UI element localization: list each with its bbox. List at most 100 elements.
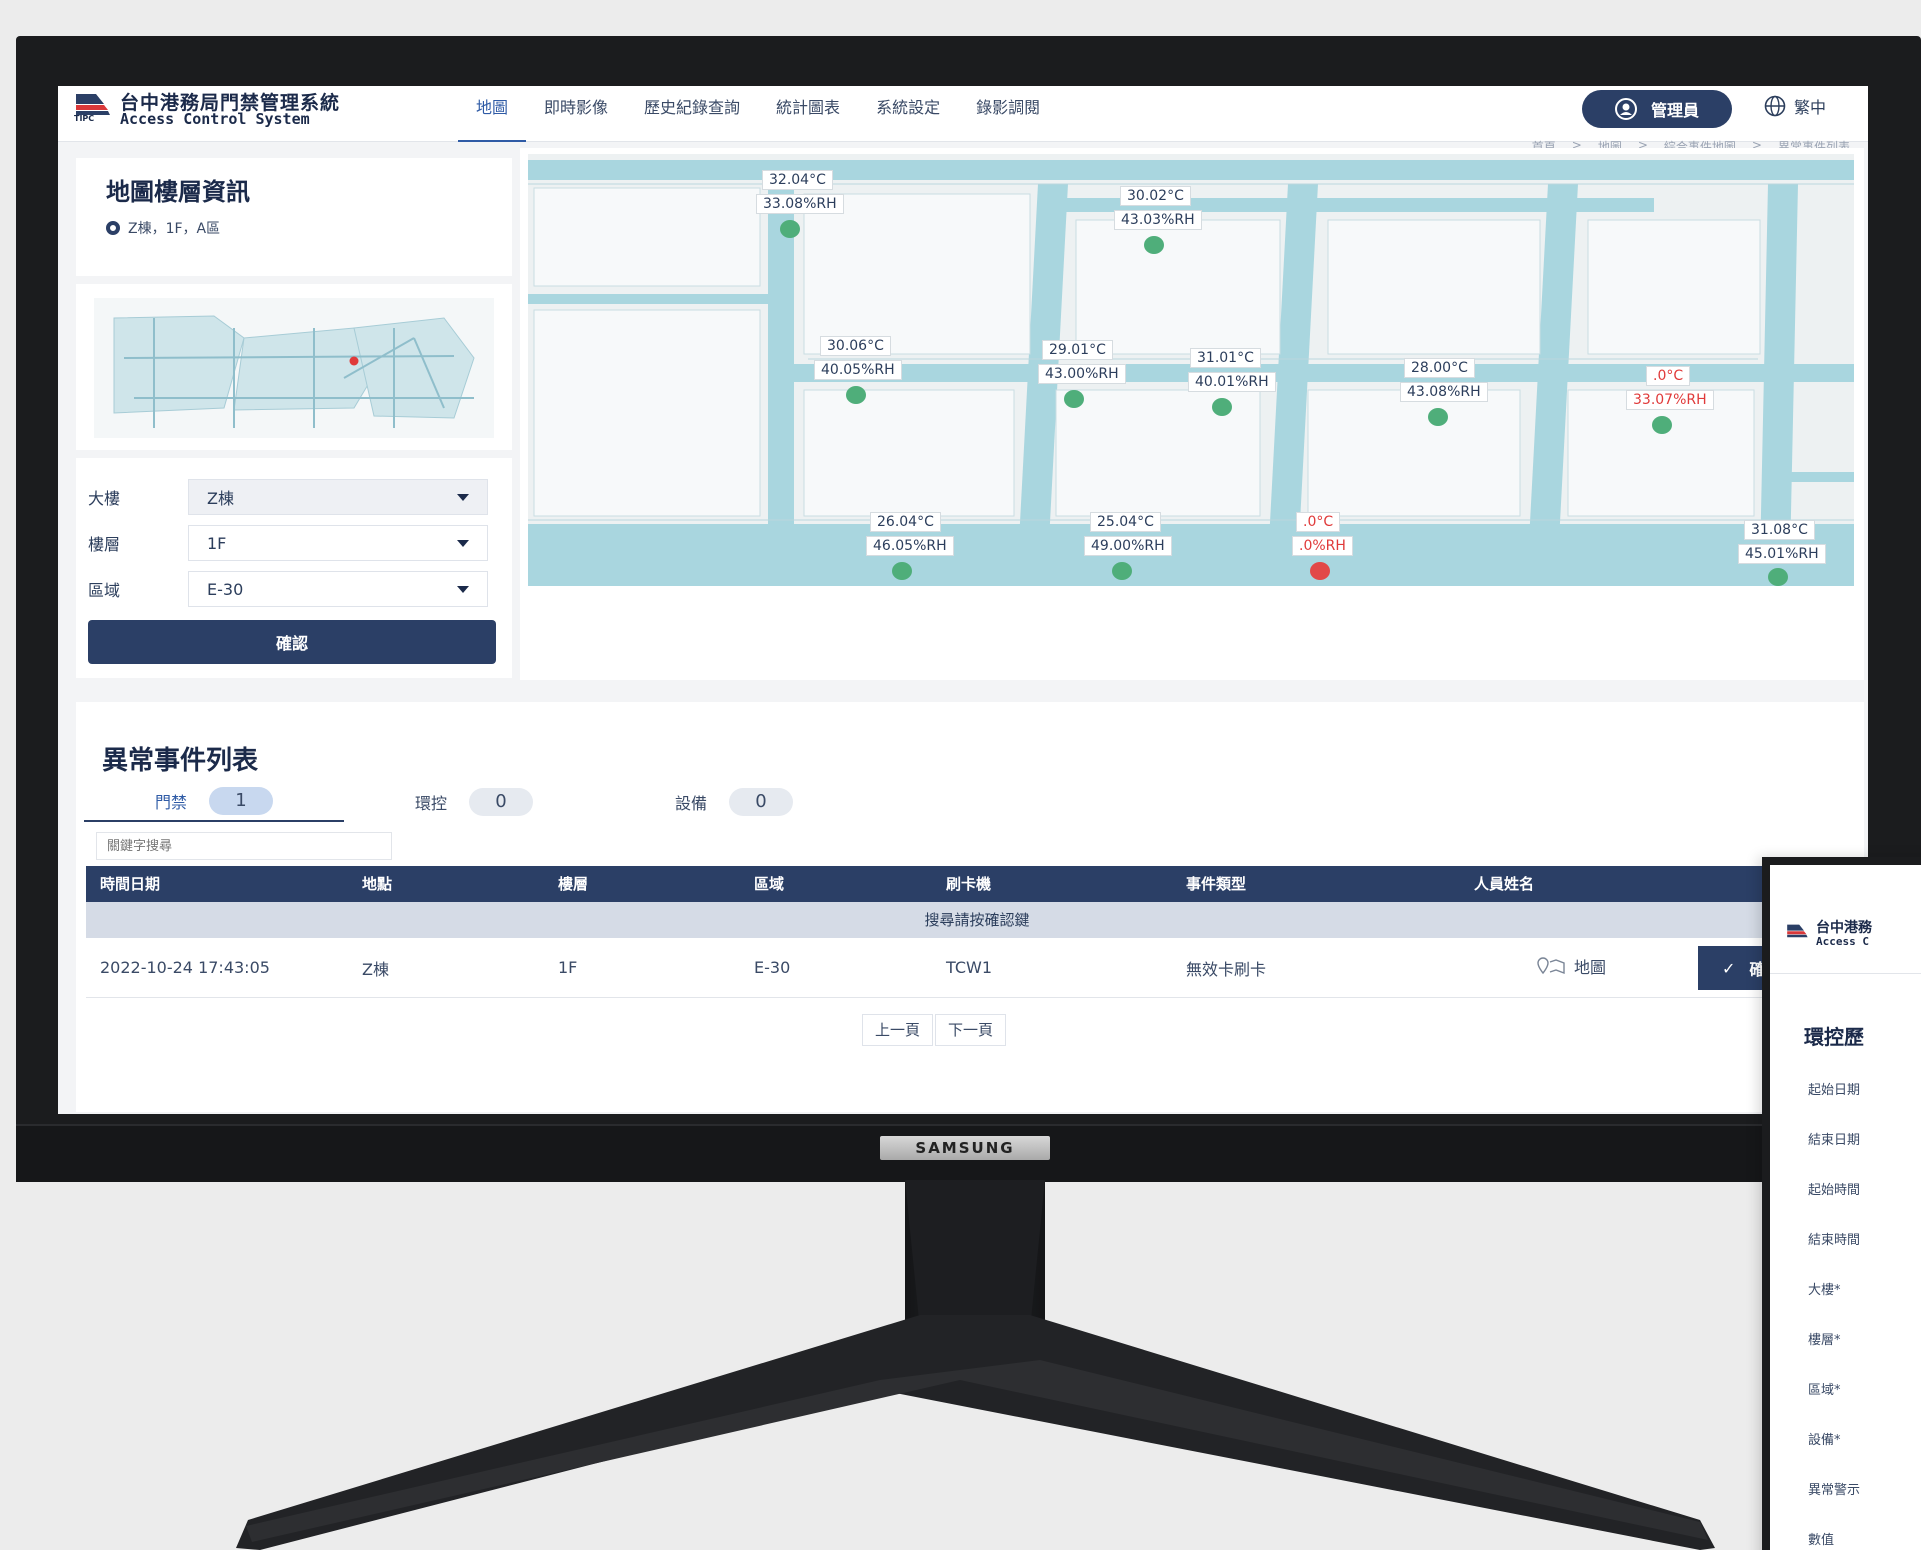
admin-user-button[interactable]: 管理員	[1582, 90, 1732, 128]
keyword-search-input[interactable]	[96, 832, 392, 860]
column-header-zone[interactable]: 區域	[740, 866, 932, 902]
cell-datetime: 2022-10-24 17:43:05	[100, 958, 270, 977]
column-header-reader[interactable]: 刷卡機	[932, 866, 1172, 902]
monitor-brand-label: SAMSUNG	[880, 1136, 1050, 1160]
confirm-button[interactable]: 確認	[88, 620, 496, 664]
tab-access-control[interactable]: 門禁 1	[84, 782, 344, 822]
map-pin-icon	[1537, 957, 1565, 975]
floor-minimap[interactable]	[94, 298, 494, 438]
field-label: 結束時間	[1808, 1233, 1861, 1248]
sensor-device-icon[interactable]	[1144, 236, 1164, 254]
sensor-humidity-alert: 33.07%RH	[1626, 390, 1714, 410]
sensor-device-icon[interactable]	[1112, 562, 1132, 580]
top-navigation-bar: TIPC 台中港務局門禁管理系統 Access Control System 地…	[58, 86, 1868, 142]
building-filter-row: 大樓 Z棟	[88, 478, 488, 516]
count-badge: 1	[209, 787, 273, 815]
tab-label: 設備	[674, 794, 707, 813]
location-text: Z棟，1F，A區	[128, 221, 221, 237]
field-label: 設備*	[1808, 1433, 1841, 1448]
tab-label: 環控	[414, 794, 447, 813]
sensor-temperature: 26.04°C	[870, 512, 941, 532]
field-label: 結束日期	[1808, 1133, 1861, 1148]
building-label: 大樓	[88, 489, 121, 508]
user-circle-icon	[1614, 98, 1637, 120]
tab-environment[interactable]: 環控 0	[344, 782, 604, 822]
sensor-humidity-alert: .0%RH	[1292, 536, 1353, 556]
main-nav: 地圖 即時影像 歷史紀錄查詢 統計圖表 系統設定 錄影調閱	[458, 86, 1058, 142]
current-location: Z棟，1F，A區	[106, 218, 220, 238]
sensor-temperature-alert: .0°C	[1296, 512, 1341, 532]
floor-filter-row: 樓層 1F	[88, 524, 488, 562]
building-select-value: Z棟	[207, 489, 234, 508]
nav-item-statistics[interactable]: 統計圖表	[758, 86, 858, 142]
cell-reader: TCW1	[946, 958, 993, 977]
language-switcher[interactable]: 繁中	[1764, 94, 1826, 118]
zone-select-value: E-30	[207, 579, 244, 599]
sensor-temperature: 31.01°C	[1190, 348, 1261, 368]
chevron-down-icon	[457, 493, 469, 501]
floor-select[interactable]: 1F	[188, 525, 488, 561]
sensor-device-icon[interactable]	[1064, 390, 1084, 408]
sensor-device-icon[interactable]	[1428, 408, 1448, 426]
column-header-place[interactable]: 地點	[348, 866, 544, 902]
app-subtitle: Access Control System	[120, 110, 310, 128]
cell-floor: 1F	[558, 958, 578, 977]
sensor-temperature: 31.08°C	[1744, 520, 1815, 540]
view-on-map-link[interactable]: 地圖	[1536, 954, 1606, 978]
language-label: 繁中	[1794, 98, 1827, 117]
cell-place: Z棟	[362, 959, 389, 979]
nav-item-recordings[interactable]: 錄影調閱	[958, 86, 1058, 142]
nav-item-live-video[interactable]: 即時影像	[526, 86, 626, 142]
sensor-device-icon[interactable]	[892, 562, 912, 580]
sensor-humidity: 46.05%RH	[866, 536, 954, 556]
map-info-title: 地圖樓層資訊	[106, 178, 250, 206]
field-label: 異常警示	[1808, 1483, 1861, 1498]
column-header-floor[interactable]: 樓層	[544, 866, 740, 902]
sensor-temperature-alert: .0°C	[1646, 366, 1691, 386]
sensor-device-icon[interactable]	[1768, 568, 1788, 586]
nav-item-settings[interactable]: 系統設定	[858, 86, 958, 142]
admin-label: 管理員	[1650, 101, 1699, 120]
floor-label: 樓層	[88, 535, 121, 554]
zone-select[interactable]: E-30	[188, 571, 488, 607]
count-badge: 0	[469, 788, 533, 816]
building-select[interactable]: Z棟	[188, 479, 488, 515]
current-location-marker	[349, 356, 359, 366]
divider	[1770, 973, 1921, 974]
sensor-alert-icon[interactable]	[1310, 562, 1330, 580]
sensor-temperature: 32.04°C	[762, 170, 833, 190]
cell-zone: E-30	[754, 958, 791, 977]
secondary-window: 台中港務 Access C 環控歷 起始日期 結束日期 起始時間 結束時間 大樓…	[1762, 857, 1921, 1550]
sensor-device-icon[interactable]	[1652, 416, 1672, 434]
previous-page-button[interactable]: 上一頁	[862, 1014, 934, 1046]
sensor-temperature: 29.01°C	[1042, 340, 1113, 360]
events-title: 異常事件列表	[102, 746, 259, 776]
search-hint-row: 搜尋請按確認鍵	[86, 902, 1868, 938]
sensor-humidity: 45.01%RH	[1738, 544, 1826, 564]
field-label: 起始日期	[1808, 1083, 1861, 1098]
sensor-temperature: 28.00°C	[1404, 358, 1475, 378]
environment-history-title: 環控歷	[1804, 1025, 1864, 1049]
sensor-device-icon[interactable]	[780, 220, 800, 238]
sensor-temperature: 30.06°C	[820, 336, 891, 356]
column-header-event-type[interactable]: 事件類型	[1172, 866, 1460, 902]
nav-item-map[interactable]: 地圖	[458, 86, 527, 142]
sensor-humidity: 40.05%RH	[814, 360, 902, 380]
sensor-humidity: 43.00%RH	[1038, 364, 1126, 384]
field-label: 大樓*	[1808, 1283, 1841, 1298]
column-header-datetime[interactable]: 時間日期	[86, 866, 348, 902]
floor-map[interactable]: 32.04°C 33.08%RH 30.02°C 43.03%RH 30.06°…	[528, 154, 1854, 586]
sensor-humidity: 43.08%RH	[1400, 382, 1488, 402]
sensor-humidity: 43.03%RH	[1114, 210, 1202, 230]
globe-icon	[1764, 95, 1786, 117]
sensor-device-icon[interactable]	[1212, 398, 1232, 416]
secondary-app-title: 台中港務	[1816, 920, 1872, 936]
events-table-header: 時間日期 地點 樓層 區域 刷卡機 事件類型 人員姓名	[86, 866, 1868, 902]
tab-equipment[interactable]: 設備 0	[604, 782, 864, 822]
count-badge: 0	[729, 788, 793, 816]
column-header-person-name[interactable]: 人員姓名	[1460, 866, 1710, 902]
next-page-button[interactable]: 下一頁	[935, 1014, 1007, 1046]
event-tabs: 門禁 1 環控 0 設備 0	[84, 782, 864, 822]
nav-item-history[interactable]: 歷史紀錄查詢	[626, 86, 758, 142]
sensor-device-icon[interactable]	[846, 386, 866, 404]
